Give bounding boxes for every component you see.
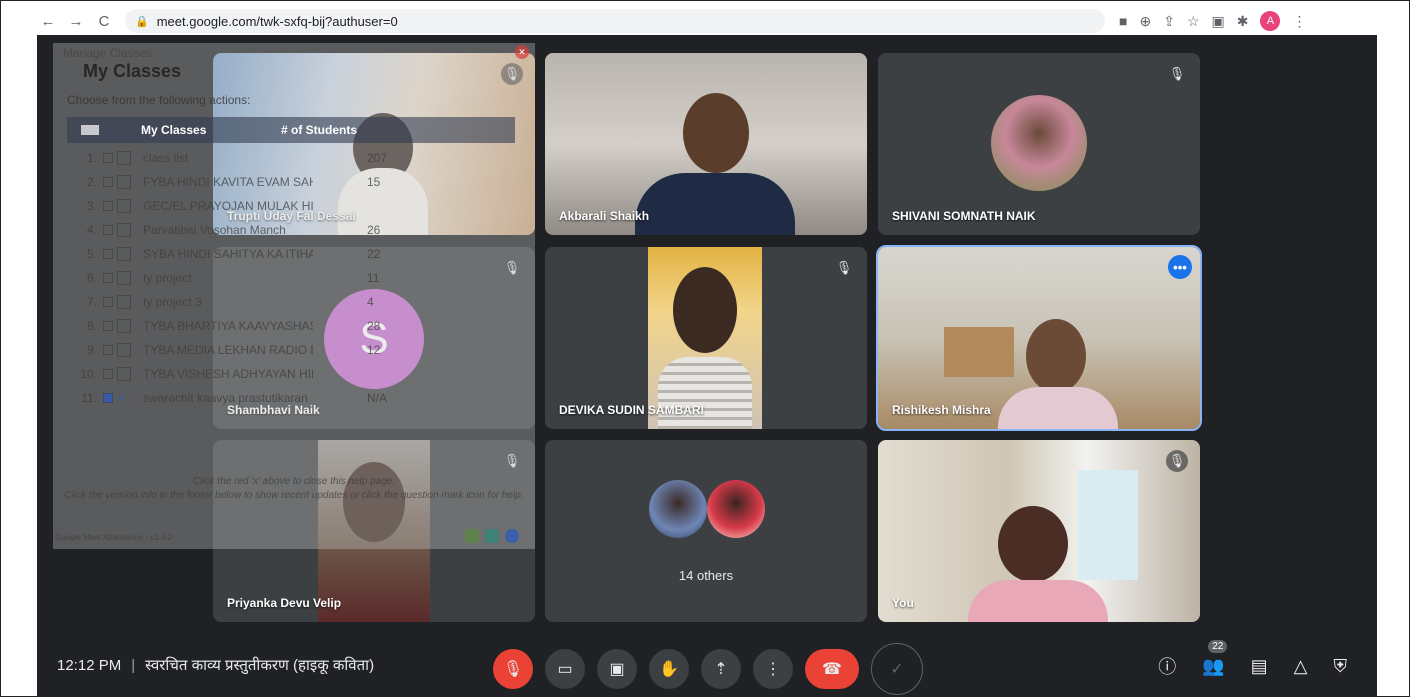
- back-button[interactable]: ←: [37, 10, 59, 32]
- person-body: [998, 387, 1118, 429]
- meeting-title: स्वरचित काव्य प्रस्तुतीकरण (हाइकू कविता): [145, 657, 375, 674]
- address-bar[interactable]: 🔒 meet.google.com/twk-sxfq-bij?authuser=…: [125, 9, 1105, 33]
- more-options-button[interactable]: ⋮: [753, 649, 793, 689]
- microphone-toggle-button[interactable]: 🎙: [493, 649, 533, 689]
- lock-icon: 🔒: [135, 15, 149, 28]
- class-row[interactable]: 7. ty project 34: [67, 291, 515, 313]
- class-row[interactable]: 6. ty project 11: [67, 267, 515, 289]
- panel-window-title: Manage Classes: [63, 46, 153, 60]
- participant-name: SHIVANI SOMNATH NAIK: [892, 209, 1036, 223]
- participant-tile-akbarali[interactable]: Akbarali Shaikh: [545, 53, 867, 235]
- classes-table-header: My Classes # of Students: [67, 117, 515, 143]
- meeting-controls-bar: 12:12 PM | स्वरचित काव्य प्रस्तुतीकरण (हाइ…: [37, 635, 1377, 696]
- class-row[interactable]: 5.SYBA HINDI SAHITYA KA ITIHAS -AADIKAAL…: [67, 243, 515, 265]
- sheets-icon[interactable]: [485, 529, 499, 543]
- puzzle-icon[interactable]: ✱: [1237, 13, 1249, 30]
- forward-button[interactable]: →: [65, 10, 87, 32]
- manage-classes-panel: Manage Classes ✕ My Classes Choose from …: [53, 43, 535, 549]
- participant-tile-rishikesh[interactable]: ••• Rishikesh Mishra: [876, 245, 1202, 431]
- mic-off-icon: 🎙: [835, 260, 853, 275]
- side-panel-controls: ⓘ 👥 22 ▤ △ ⛨: [1158, 639, 1348, 679]
- browser-menu-icon[interactable]: ⋮: [1292, 13, 1306, 30]
- person-silhouette: [673, 267, 737, 353]
- share-icon[interactable]: ⇪: [1163, 13, 1175, 30]
- profile-avatar[interactable]: A: [1260, 11, 1281, 31]
- class-row[interactable]: 2.FYBA HINDI KAVITA EVAM SAHITYA15: [67, 171, 515, 193]
- panel-footer-icons: [465, 529, 519, 543]
- meet-stage: 🎙 Trupti Uday Fal Dessai Akbarali Shaikh…: [37, 35, 1377, 696]
- others-count-label: 14 others: [678, 568, 734, 583]
- present-screen-button[interactable]: ⇡: [701, 649, 741, 689]
- cardboard-boxes: [944, 327, 1014, 377]
- person-silhouette: [998, 506, 1068, 582]
- separator: |: [131, 657, 136, 674]
- other-participant-avatar: [707, 480, 765, 538]
- profile-photo: [991, 95, 1087, 191]
- people-icon[interactable]: 👥 22: [1202, 639, 1228, 677]
- participant-name: Rishikesh Mishra: [892, 403, 991, 417]
- bookmark-star-icon[interactable]: ☆: [1187, 13, 1200, 30]
- person-body: [968, 580, 1108, 622]
- extension-icon[interactable]: ▣: [1212, 13, 1225, 30]
- raise-hand-button[interactable]: ✋: [649, 649, 689, 689]
- activities-icon[interactable]: △: [1294, 656, 1308, 677]
- version-link[interactable]: Google Meet Attendance - v1.5.2: [55, 533, 172, 542]
- participant-count-badge: 22: [1208, 639, 1228, 653]
- column-header-classes: My Classes: [141, 123, 207, 137]
- help-text: Click the red 'x' above to close this he…: [64, 476, 524, 501]
- screenshot-frame: ← → C 🔒 meet.google.com/twk-sxfq-bij?aut…: [0, 0, 1410, 697]
- class-row-selected[interactable]: 11. ✓ swarachit kaavya prastutikaran N/A: [67, 387, 515, 409]
- participant-tile-you[interactable]: 🎙 You: [878, 440, 1200, 622]
- class-row[interactable]: 4. Parvatibai Vosohan Manch 26: [67, 219, 515, 241]
- extension-tray: ■ ⊕ ⇪ ☆ ▣ ✱ A ⋮: [1119, 11, 1306, 31]
- zoom-icon[interactable]: ⊕: [1139, 13, 1151, 30]
- host-controls-icon[interactable]: ⛨: [1334, 656, 1348, 677]
- spreadsheet-icon[interactable]: [465, 529, 479, 543]
- person-silhouette: [683, 93, 749, 173]
- help-question-icon[interactable]: [505, 529, 519, 543]
- captions-button[interactable]: ▣: [597, 649, 637, 689]
- participant-name: DEVIKA SUDIN SAMBARI: [559, 403, 704, 417]
- mic-off-icon: 🎙: [1168, 66, 1186, 81]
- chat-icon[interactable]: ▤: [1251, 656, 1268, 677]
- class-row[interactable]: 9.TYBA MEDIA LEKHAN RADIO EVAM TELEVISIO…: [67, 339, 515, 361]
- attendance-check-button[interactable]: ✓: [871, 643, 923, 695]
- window-light: [1078, 470, 1138, 580]
- other-participant-avatar: [649, 480, 707, 538]
- more-options-icon[interactable]: •••: [1168, 255, 1192, 279]
- person-silhouette: [1026, 319, 1086, 393]
- participant-name: Priyanka Devu Velip: [227, 596, 342, 610]
- participant-name: You: [892, 596, 914, 610]
- participant-tile-shivani[interactable]: 🎙 SHIVANI SOMNATH NAIK: [878, 53, 1200, 235]
- leave-call-button[interactable]: ☎: [805, 649, 859, 689]
- person-body: [635, 173, 795, 235]
- class-row[interactable]: 3.GEC/EL PRAYOJAN MULAK HINDI AUR EVAM P…: [67, 195, 515, 217]
- select-all-checkbox[interactable]: [81, 125, 99, 135]
- panel-title: My Classes: [83, 61, 182, 81]
- close-icon[interactable]: ✕: [515, 45, 529, 59]
- current-time: 12:12 PM: [57, 657, 122, 674]
- participant-tile-devika[interactable]: 🎙 DEVIKA SUDIN SAMBARI: [545, 247, 867, 429]
- browser-toolbar: ← → C 🔒 meet.google.com/twk-sxfq-bij?aut…: [37, 7, 1377, 35]
- url-text: meet.google.com/twk-sxfq-bij?authuser=0: [156, 13, 398, 29]
- class-row[interactable]: 1. class list 207: [67, 147, 515, 169]
- camera-toggle-button[interactable]: ▭: [545, 649, 585, 689]
- person-body: [658, 357, 752, 429]
- meeting-details: 12:12 PM | स्वरचित काव्य प्रस्तुतीकरण (हाइ…: [57, 655, 374, 675]
- camera-indicator-icon[interactable]: ■: [1119, 13, 1127, 29]
- mic-off-icon: 🎙: [1166, 450, 1188, 472]
- participant-name: Akbarali Shaikh: [559, 209, 650, 223]
- call-controls: 🎙 ▭ ▣ ✋ ⇡ ⋮ ☎ ✓: [493, 643, 923, 695]
- class-row[interactable]: 8.TYBA BHARTIYA KAAVYASHASTRA28: [67, 315, 515, 337]
- panel-subtitle: Choose from the following actions:: [67, 93, 251, 107]
- meeting-info-icon[interactable]: ⓘ: [1158, 653, 1176, 679]
- participant-tile-others[interactable]: 14 others: [545, 440, 867, 622]
- class-row[interactable]: 10.TYBA VISHESH ADHYAYAN HINDI UPANYAAS: [67, 363, 515, 385]
- column-header-students: # of Students: [281, 123, 358, 137]
- reload-button[interactable]: C: [93, 10, 115, 32]
